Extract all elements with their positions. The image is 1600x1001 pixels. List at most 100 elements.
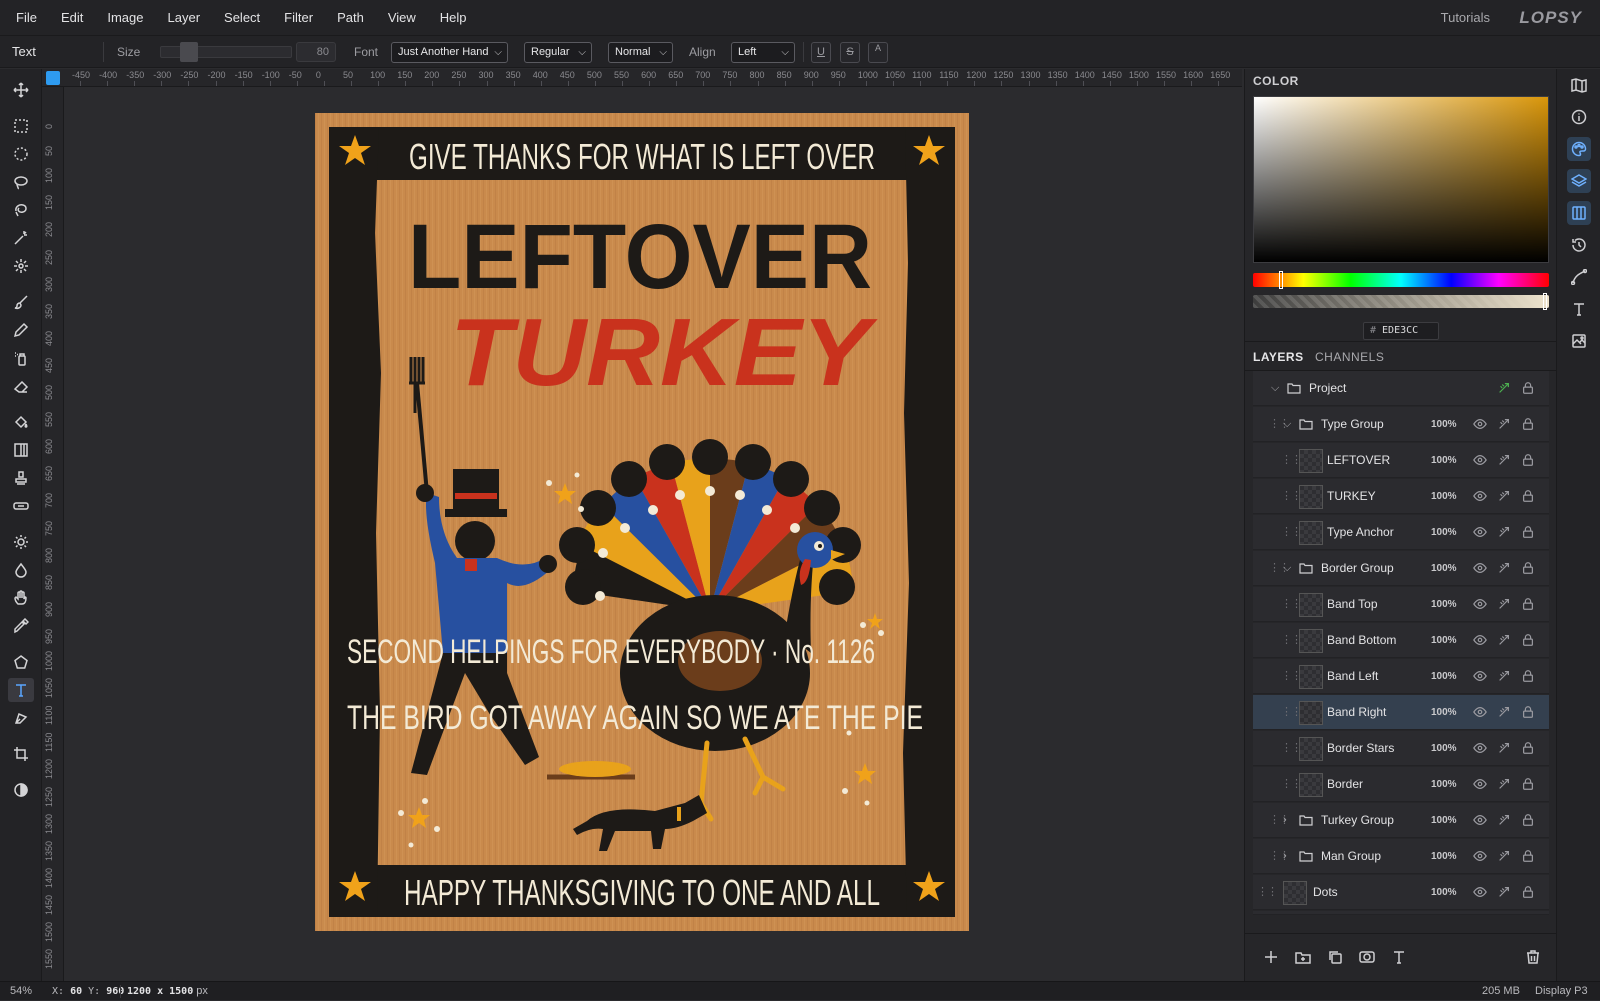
effects-icon[interactable] xyxy=(1497,489,1511,503)
magic-wand-tool[interactable] xyxy=(8,226,34,250)
align-select[interactable]: Left ⌵ xyxy=(731,42,795,63)
drag-handle-icon[interactable]: ⋮⋮ xyxy=(1281,515,1302,550)
tutorials-link[interactable]: Tutorials xyxy=(1441,0,1490,36)
chevron-down-icon[interactable]: ⌵ xyxy=(1271,371,1279,406)
lock-icon[interactable] xyxy=(1521,813,1535,827)
ellipse-select-tool[interactable] xyxy=(8,142,34,166)
chevron-right-icon[interactable]: › xyxy=(1283,839,1287,874)
effects-icon[interactable] xyxy=(1497,849,1511,863)
history-panel-button[interactable] xyxy=(1567,233,1591,257)
effects-icon[interactable] xyxy=(1497,417,1511,431)
menu-view[interactable]: View xyxy=(376,0,428,36)
effects-icon[interactable] xyxy=(1497,381,1511,395)
chevron-right-icon[interactable]: › xyxy=(1283,803,1287,838)
clone-stamp-tool[interactable] xyxy=(8,466,34,490)
zoom-level[interactable]: 54% xyxy=(10,982,32,1001)
add-text-layer-button[interactable] xyxy=(1391,949,1407,965)
move-tool[interactable] xyxy=(8,78,34,102)
font-style-select[interactable]: Regular ⌵ xyxy=(524,42,592,63)
visibility-eye-icon[interactable] xyxy=(1473,885,1487,899)
magnetic-lasso-tool[interactable] xyxy=(8,198,34,222)
alpha-slider[interactable] xyxy=(1253,295,1549,308)
effects-icon[interactable] xyxy=(1497,561,1511,575)
new-group-button[interactable] xyxy=(1295,949,1311,965)
visibility-eye-icon[interactable] xyxy=(1473,597,1487,611)
healing-tool[interactable] xyxy=(8,494,34,518)
effects-icon[interactable] xyxy=(1497,633,1511,647)
layer-opacity[interactable]: 100% xyxy=(1431,551,1457,586)
rect-select-tool[interactable] xyxy=(8,114,34,138)
drag-handle-icon[interactable]: ⋮⋮ xyxy=(1281,587,1302,622)
lock-icon[interactable] xyxy=(1521,633,1535,647)
saturation-value-picker[interactable] xyxy=(1253,96,1549,263)
line-second-helpings[interactable]: SECOND HELPINGS FOR EVERYBODY · No. 1126 xyxy=(347,633,875,671)
strikethrough-button[interactable]: S xyxy=(840,42,860,63)
paths-panel-button[interactable] xyxy=(1567,265,1591,289)
effects-icon[interactable] xyxy=(1497,777,1511,791)
gradient-tool[interactable] xyxy=(8,438,34,462)
drag-handle-icon[interactable]: ⋮⋮ xyxy=(1281,443,1302,478)
drag-handle-icon[interactable]: ⋮⋮ xyxy=(1281,659,1302,694)
menu-layer[interactable]: Layer xyxy=(156,0,213,36)
duplicate-layer-button[interactable] xyxy=(1327,949,1343,965)
effects-icon[interactable] xyxy=(1497,597,1511,611)
font-select[interactable]: Just Another Hand ⌵ xyxy=(391,42,508,63)
lock-icon[interactable] xyxy=(1521,489,1535,503)
text-tool[interactable] xyxy=(8,678,34,702)
title-turkey[interactable]: TURKEY xyxy=(450,299,878,406)
drag-handle-icon[interactable]: ⋮⋮ xyxy=(1281,695,1302,730)
quick-select-tool[interactable] xyxy=(8,254,34,278)
lock-icon[interactable] xyxy=(1521,453,1535,467)
menu-file[interactable]: File xyxy=(0,0,49,36)
size-input[interactable]: 80 xyxy=(296,42,336,62)
layer-opacity[interactable]: 100% xyxy=(1431,587,1457,622)
smudge-tool[interactable] xyxy=(8,558,34,582)
chevron-down-icon[interactable]: ⌵ xyxy=(1283,551,1291,586)
layer-opacity[interactable]: 100% xyxy=(1431,407,1457,442)
layer-row[interactable]: ⋮⋮ TURKEY 100% xyxy=(1253,479,1549,514)
layer-group-row[interactable]: ⋮⋮ ⌵ Type Group 100% xyxy=(1253,407,1549,442)
layer-row[interactable]: ⋮⋮ Band Top 100% xyxy=(1253,587,1549,622)
visibility-eye-icon[interactable] xyxy=(1473,453,1487,467)
lock-icon[interactable] xyxy=(1521,705,1535,719)
line-bird-got-away[interactable]: THE BIRD GOT AWAY AGAIN SO WE ATE THE PI… xyxy=(347,699,923,737)
title-leftover[interactable]: LEFTOVER xyxy=(408,206,872,308)
layer-row[interactable]: ⋮⋮ Band Right 100% xyxy=(1253,695,1549,730)
effects-icon[interactable] xyxy=(1497,741,1511,755)
layer-row[interactable]: ⋮⋮ Border 100% xyxy=(1253,767,1549,802)
visibility-eye-icon[interactable] xyxy=(1473,633,1487,647)
lock-icon[interactable] xyxy=(1521,741,1535,755)
visibility-eye-icon[interactable] xyxy=(1473,489,1487,503)
effects-icon[interactable] xyxy=(1497,669,1511,683)
drag-handle-icon[interactable]: ⋮⋮ xyxy=(1257,875,1278,910)
add-mask-button[interactable] xyxy=(1359,949,1375,965)
layer-opacity[interactable]: 100% xyxy=(1431,767,1457,802)
visibility-eye-icon[interactable] xyxy=(1473,741,1487,755)
lock-icon[interactable] xyxy=(1521,597,1535,611)
layer-opacity[interactable]: 100% xyxy=(1431,731,1457,766)
character-panel-button[interactable] xyxy=(1567,297,1591,321)
layer-opacity[interactable]: 100% xyxy=(1431,875,1457,910)
hue-slider[interactable] xyxy=(1253,273,1549,287)
eyedropper-tool[interactable] xyxy=(8,614,34,638)
menu-edit[interactable]: Edit xyxy=(49,0,95,36)
dodge-tool[interactable] xyxy=(8,530,34,554)
eraser-tool[interactable] xyxy=(8,374,34,398)
tab-layers[interactable]: LAYERS xyxy=(1253,342,1304,372)
visibility-eye-icon[interactable] xyxy=(1473,777,1487,791)
lock-icon[interactable] xyxy=(1521,777,1535,791)
navigator-panel-button[interactable] xyxy=(1567,73,1591,97)
tab-channels[interactable]: CHANNELS xyxy=(1315,342,1384,372)
alpha-slider-thumb[interactable] xyxy=(1543,293,1547,310)
effects-icon[interactable] xyxy=(1497,705,1511,719)
layer-opacity[interactable]: 100% xyxy=(1431,623,1457,658)
brush-tool[interactable] xyxy=(8,290,34,314)
ruler-origin-button[interactable] xyxy=(46,71,60,85)
drag-handle-icon[interactable]: ⋮⋮ xyxy=(1281,623,1302,658)
fill-tool[interactable] xyxy=(8,410,34,434)
case-toggle-button[interactable]: A xyxy=(868,42,888,63)
visibility-eye-icon[interactable] xyxy=(1473,705,1487,719)
effects-icon[interactable] xyxy=(1497,453,1511,467)
lock-icon[interactable] xyxy=(1521,669,1535,683)
layer-group-row[interactable]: ⋮⋮ › Man Group 100% xyxy=(1253,839,1549,874)
